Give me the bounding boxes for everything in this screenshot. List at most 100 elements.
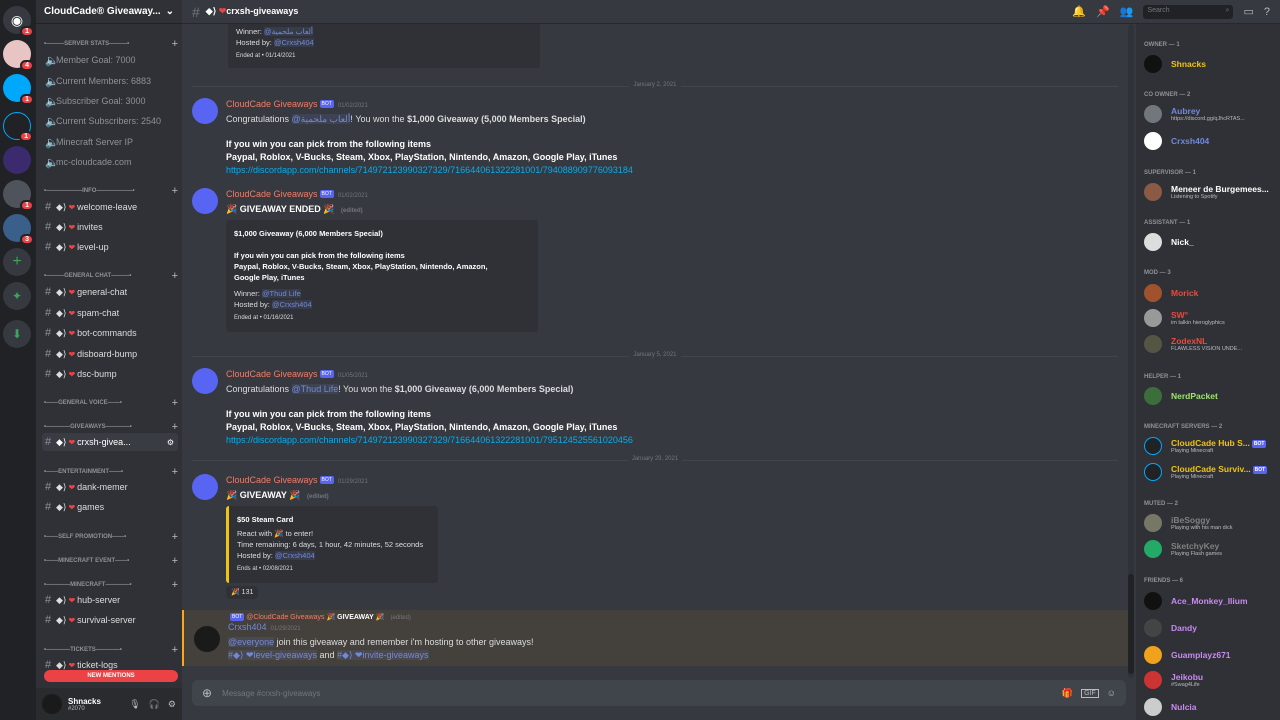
channel-general-chat[interactable]: # ◆⟩ ❤ general-chat bbox=[42, 283, 178, 301]
message-link[interactable]: https://discordapp.com/channels/71497212… bbox=[226, 164, 1110, 177]
add-channel-icon[interactable]: + bbox=[172, 270, 178, 282]
category-self-promotion[interactable]: •——SELF PROMOTION——• + bbox=[44, 531, 178, 543]
add-channel-icon[interactable]: + bbox=[172, 644, 178, 656]
party-icon: 🎉 bbox=[323, 204, 335, 214]
category-entertainment[interactable]: •——ENTERTAINMENT——• + bbox=[44, 466, 178, 478]
explore-servers-icon[interactable]: ✦ bbox=[3, 282, 31, 310]
add-channel-icon[interactable]: + bbox=[172, 555, 178, 567]
server-icon[interactable]: 1 bbox=[3, 180, 34, 211]
members-icon[interactable]: 👥 bbox=[1120, 5, 1134, 18]
member-item[interactable]: Nick_ bbox=[1144, 230, 1278, 254]
role-header: MUTED — 2 bbox=[1144, 501, 1179, 507]
deafen-icon[interactable]: 🎧 bbox=[149, 699, 160, 710]
member-item[interactable]: Dandy bbox=[1144, 616, 1278, 640]
new-mentions-button[interactable]: NEW MENTIONS bbox=[44, 670, 178, 682]
add-channel-icon[interactable]: + bbox=[172, 38, 178, 50]
message-link[interactable]: https://discordapp.com/channels/71497212… bbox=[226, 434, 1110, 447]
member-item[interactable]: CloudCade Surviv... BOT Playing Minecraft bbox=[1144, 460, 1278, 484]
channel-disboard-bump[interactable]: # ◆⟩ ❤ disboard-bump bbox=[42, 345, 178, 363]
member-item[interactable]: Ace_Monkey_Ilium bbox=[1144, 589, 1278, 613]
category-minecraft[interactable]: •————MINECRAFT————• + bbox=[44, 579, 178, 591]
voice-channel[interactable]: 🔈 Current Members: 6883 bbox=[42, 72, 178, 90]
discord-home-icon[interactable]: ◉ 1 bbox=[3, 6, 34, 37]
scrollbar[interactable] bbox=[1128, 24, 1134, 678]
member-item[interactable]: Morick bbox=[1144, 281, 1278, 305]
member-item[interactable]: ZodexNL FLAWLESS VISION UNDE... bbox=[1144, 332, 1278, 356]
member-item[interactable]: SW° im talkin hieroglyphics bbox=[1144, 306, 1278, 330]
server-icon[interactable]: 1 bbox=[3, 74, 34, 105]
help-icon[interactable]: ? bbox=[1264, 6, 1270, 18]
server-folder-icon[interactable]: 3 bbox=[3, 214, 34, 245]
settings-icon[interactable]: ⚙ bbox=[168, 699, 176, 710]
channel-survival-server[interactable]: # ◆⟩ ❤ survival-server bbox=[42, 611, 178, 629]
category-info[interactable]: •——————INFO——————• + bbox=[44, 185, 178, 197]
avatar[interactable] bbox=[192, 188, 218, 214]
avatar[interactable] bbox=[192, 474, 218, 500]
add-channel-icon[interactable]: + bbox=[172, 185, 178, 197]
channel-level-up[interactable]: # ◆⟩ ❤ level-up bbox=[42, 238, 178, 256]
gift-icon[interactable]: 🎁 bbox=[1062, 688, 1073, 699]
channel-hub-server[interactable]: # ◆⟩ ❤ hub-server bbox=[42, 591, 178, 609]
add-attachment-icon[interactable]: ⊕ bbox=[202, 686, 212, 700]
category-general-chat[interactable]: •———GENERAL CHAT———• + bbox=[44, 270, 178, 282]
channel-welcome-leave[interactable]: # ◆⟩ ❤ welcome-leave bbox=[42, 198, 178, 216]
cloudcade-server-icon[interactable]: 1 bbox=[3, 112, 33, 142]
message-input[interactable]: ⊕ Message #crxsh-giveaways 🎁 GIF ☺ bbox=[192, 680, 1126, 706]
add-channel-icon[interactable]: + bbox=[172, 531, 178, 543]
server-header[interactable]: CloudCade® Giveaway... ⌄ bbox=[36, 0, 182, 24]
add-server-icon[interactable]: + bbox=[3, 248, 31, 276]
avatar[interactable] bbox=[42, 694, 62, 714]
member-item[interactable]: Aubrey https://discord.gg/qJhcRTAS... bbox=[1144, 102, 1278, 126]
member-item[interactable]: Meneer de Burgemees... Listening to Spoti… bbox=[1144, 180, 1278, 204]
channel-dank-memer[interactable]: # ◆⟩ ❤ dank-memer bbox=[42, 478, 178, 496]
channel-bot-commands[interactable]: # ◆⟩ ❤ bot-commands bbox=[42, 324, 178, 342]
channel-dsc-bump[interactable]: # ◆⟩ ❤ dsc-bump bbox=[42, 365, 178, 383]
category-giveaways[interactable]: •————GIVEAWAYS————• + bbox=[44, 421, 178, 433]
member-item[interactable]: NerdPacket bbox=[1144, 384, 1278, 408]
channel-invites[interactable]: # ◆⟩ ❤ invites bbox=[42, 218, 178, 236]
member-item[interactable]: iBeSoggy Playing with his man dick bbox=[1144, 511, 1278, 535]
mute-icon[interactable]: 🎙 bbox=[129, 699, 140, 710]
role-header: FRIENDS — 6 bbox=[1144, 578, 1184, 584]
download-apps-icon[interactable]: ⬇ bbox=[3, 320, 31, 348]
add-channel-icon[interactable]: + bbox=[172, 397, 178, 409]
search-input[interactable]: Search ⌕ bbox=[1143, 4, 1234, 19]
member-item[interactable]: Jeikobu #Swag4Life bbox=[1144, 668, 1278, 692]
server-icon[interactable] bbox=[3, 146, 31, 174]
gear-icon[interactable]: ⚙ bbox=[167, 438, 174, 447]
add-channel-icon[interactable]: + bbox=[172, 466, 178, 478]
avatar[interactable] bbox=[192, 368, 218, 394]
reaction-button[interactable]: 🎉 131 bbox=[226, 586, 259, 599]
member-item[interactable]: Crxsh404 bbox=[1144, 129, 1278, 153]
server-icon[interactable]: 4 bbox=[3, 40, 34, 71]
add-channel-icon[interactable]: + bbox=[172, 421, 178, 433]
bell-icon[interactable]: 🔔 bbox=[1072, 5, 1086, 18]
voice-channel[interactable]: 🔈 Member Goal: 7000 bbox=[42, 51, 178, 69]
category-server-stats[interactable]: •———SERVER STATS———• + bbox=[44, 38, 178, 50]
message: CloudCade Giveaways BOT 01/05/2021 Congrat… bbox=[190, 368, 1110, 447]
channel-crxsh-giveaways[interactable]: # ◆⟩ ❤ crxsh-givea... ⚙ bbox=[42, 433, 178, 451]
party-icon: 🎉 bbox=[289, 490, 301, 500]
author-name[interactable]: CloudCade Giveaways bbox=[226, 99, 318, 109]
member-item[interactable]: SketchyKey Playing Flash games bbox=[1144, 537, 1278, 561]
category-tickets[interactable]: •————TICKETS————• + bbox=[44, 644, 178, 656]
pin-icon[interactable]: 📌 bbox=[1096, 5, 1110, 18]
avatar[interactable] bbox=[192, 98, 218, 124]
member-item[interactable]: Guamplayz671 bbox=[1144, 643, 1278, 667]
category-general-voice[interactable]: •——GENERAL VOICE——• + bbox=[44, 397, 178, 409]
voice-channel[interactable]: 🔈 Minecraft Server IP bbox=[42, 133, 178, 151]
category-minecraft-event[interactable]: •——MINECRAFT EVENT——• + bbox=[44, 555, 178, 567]
inbox-icon[interactable]: ▭ bbox=[1243, 5, 1253, 18]
gif-icon[interactable]: GIF bbox=[1081, 688, 1099, 698]
voice-channel[interactable]: 🔈 Current Subscribers: 2540 bbox=[42, 112, 178, 130]
voice-channel[interactable]: 🔈 Subscriber Goal: 3000 bbox=[42, 92, 178, 110]
avatar[interactable] bbox=[194, 626, 220, 652]
channel-spam-chat[interactable]: # ◆⟩ ❤ spam-chat bbox=[42, 304, 178, 322]
channel-games[interactable]: # ◆⟩ ❤ games bbox=[42, 498, 178, 516]
voice-channel[interactable]: 🔈 mc-cloudcade.com bbox=[42, 153, 178, 171]
member-item[interactable]: Nulcia bbox=[1144, 695, 1278, 719]
member-item[interactable]: CloudCade Hub S... BOT Playing Minecraft bbox=[1144, 434, 1278, 458]
member-item[interactable]: Shnacks bbox=[1144, 52, 1278, 76]
emoji-icon[interactable]: ☺ bbox=[1107, 688, 1116, 698]
add-channel-icon[interactable]: + bbox=[172, 579, 178, 591]
